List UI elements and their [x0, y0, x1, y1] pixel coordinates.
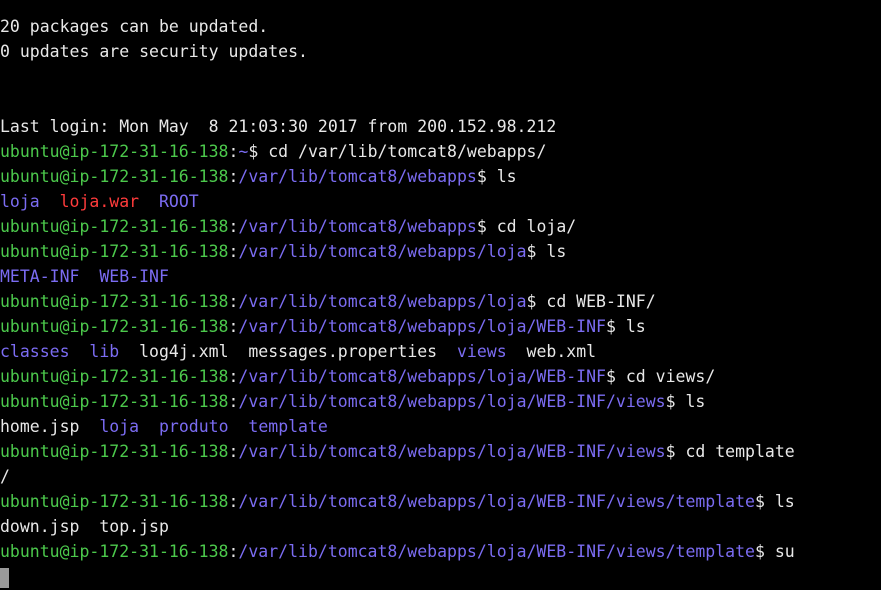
terminal-line: ubuntu@ip-172-31-16-138:/var/lib/tomcat8…: [0, 389, 881, 414]
terminal-text: $ ls: [605, 317, 646, 336]
terminal-line: down.jsp top.jsp: [0, 514, 881, 539]
directory-entry: lib: [89, 342, 120, 361]
prompt-user-host: ubuntu@ip-172-31-16-138: [0, 292, 229, 311]
terminal-line: ubuntu@ip-172-31-16-138:/var/lib/tomcat8…: [0, 439, 881, 464]
terminal-line: home.jsp loja produto template: [0, 414, 881, 439]
terminal-text: /: [0, 467, 10, 486]
terminal-text: :: [228, 392, 239, 411]
prompt-user-host: ubuntu@ip-172-31-16-138: [0, 217, 229, 236]
terminal-text: web.xml: [506, 342, 597, 361]
prompt-user-host: ubuntu@ip-172-31-16-138: [0, 167, 229, 186]
terminal-text: $ cd template: [665, 442, 795, 461]
terminal-text: :: [228, 492, 239, 511]
prompt-path: /var/lib/tomcat8/webapps/loja/WEB-INF: [238, 317, 606, 336]
directory-entry: loja: [0, 192, 40, 211]
terminal-text: $ ls: [476, 167, 517, 186]
terminal-text: :: [228, 242, 239, 261]
prompt-user-host: ubuntu@ip-172-31-16-138: [0, 492, 229, 511]
terminal-text: 0 updates are security updates.: [0, 42, 308, 61]
prompt-user-host: ubuntu@ip-172-31-16-138: [0, 317, 229, 336]
prompt-path: /var/lib/tomcat8/webapps/loja/WEB-INF/vi…: [238, 442, 666, 461]
terminal-text: down.jsp top.jsp: [0, 517, 169, 536]
terminal-line: ubuntu@ip-172-31-16-138:/var/lib/tomcat8…: [0, 239, 881, 264]
prompt-path: ~: [238, 142, 249, 161]
terminal-line: META-INF WEB-INF: [0, 264, 881, 289]
terminal-text: :: [228, 292, 239, 311]
prompt-path: /var/lib/tomcat8/webapps/loja/WEB-INF/vi…: [238, 392, 666, 411]
archive-entry: loja.war: [59, 192, 140, 211]
terminal-line: ubuntu@ip-172-31-16-138:/var/lib/tomcat8…: [0, 214, 881, 239]
terminal-text: :: [228, 317, 239, 336]
terminal-line: ubuntu@ip-172-31-16-138:/var/lib/tomcat8…: [0, 289, 881, 314]
terminal-text: $ cd WEB-INF/: [526, 292, 656, 311]
prompt-user-host: ubuntu@ip-172-31-16-138: [0, 242, 229, 261]
terminal-text: Last login: Mon May 8 21:03:30 2017 from…: [0, 117, 557, 136]
terminal-line: ubuntu@ip-172-31-16-138:~$ cd /var/lib/t…: [0, 139, 881, 164]
prompt-user-host: ubuntu@ip-172-31-16-138: [0, 542, 229, 561]
terminal-text: home.jsp: [0, 417, 100, 436]
terminal-line: 20 packages can be updated.: [0, 14, 881, 39]
terminal-line: loja loja.war ROOT: [0, 189, 881, 214]
terminal-input-line[interactable]: [0, 564, 881, 589]
directory-entry: META-INF: [0, 267, 80, 286]
prompt-path: /var/lib/tomcat8/webapps/loja: [238, 242, 527, 261]
prompt-path: /var/lib/tomcat8/webapps: [238, 167, 477, 186]
terminal-line: /: [0, 464, 881, 489]
directory-entry: ROOT: [158, 192, 199, 211]
terminal-line: 0 updates are security updates.: [0, 39, 881, 64]
terminal-text: :: [228, 442, 239, 461]
directory-entry: produto: [158, 417, 229, 436]
terminal-line: ubuntu@ip-172-31-16-138:/var/lib/tomcat8…: [0, 364, 881, 389]
prompt-user-host: ubuntu@ip-172-31-16-138: [0, 367, 229, 386]
prompt-path: /var/lib/tomcat8/webapps/loja/WEB-INF/vi…: [238, 542, 755, 561]
prompt-path: /var/lib/tomcat8/webapps/loja/WEB-INF: [238, 367, 606, 386]
cursor-block: [0, 567, 9, 588]
directory-entry: classes: [0, 342, 70, 361]
terminal-text: :: [228, 542, 239, 561]
terminal-text: $ cd views/: [605, 367, 716, 386]
terminal-text: $ cd /var/lib/tomcat8/webapps/: [248, 142, 547, 161]
prompt-user-host: ubuntu@ip-172-31-16-138: [0, 142, 229, 161]
terminal-line: ubuntu@ip-172-31-16-138:/var/lib/tomcat8…: [0, 164, 881, 189]
terminal-line: ubuntu@ip-172-31-16-138:/var/lib/tomcat8…: [0, 489, 881, 514]
prompt-user-host: ubuntu@ip-172-31-16-138: [0, 442, 229, 461]
terminal-line: ubuntu@ip-172-31-16-138:/var/lib/tomcat8…: [0, 314, 881, 339]
terminal-text: $ ls: [665, 392, 706, 411]
terminal-text: $ ls: [754, 492, 795, 511]
terminal-text: $ ls: [526, 242, 567, 261]
terminal-text: :: [228, 142, 239, 161]
directory-entry: views: [457, 342, 507, 361]
terminal-text: 20 packages can be updated.: [0, 17, 269, 36]
directory-entry: loja: [99, 417, 140, 436]
terminal-line: classes lib log4j.xml messages.propertie…: [0, 339, 881, 364]
terminal-output[interactable]: 20 packages can be updated. 0 updates are…: [0, 14, 881, 590]
directory-entry: template: [248, 417, 328, 436]
prompt-path: /var/lib/tomcat8/webapps/loja: [238, 292, 527, 311]
prompt-user-host: ubuntu@ip-172-31-16-138: [0, 392, 229, 411]
terminal-line: Last login: Mon May 8 21:03:30 2017 from…: [0, 114, 881, 139]
terminal-text: $ su: [754, 542, 795, 561]
terminal-text: :: [228, 367, 239, 386]
prompt-path: /var/lib/tomcat8/webapps: [238, 217, 477, 236]
terminal-text: $ cd loja/: [476, 217, 577, 236]
terminal-text: log4j.xml messages.properties: [119, 342, 457, 361]
prompt-path: /var/lib/tomcat8/webapps/loja/WEB-INF/vi…: [238, 492, 755, 511]
terminal-text: :: [228, 217, 239, 236]
terminal-text: :: [228, 167, 239, 186]
directory-entry: WEB-INF: [99, 267, 169, 286]
terminal-line: ubuntu@ip-172-31-16-138:/var/lib/tomcat8…: [0, 539, 881, 564]
